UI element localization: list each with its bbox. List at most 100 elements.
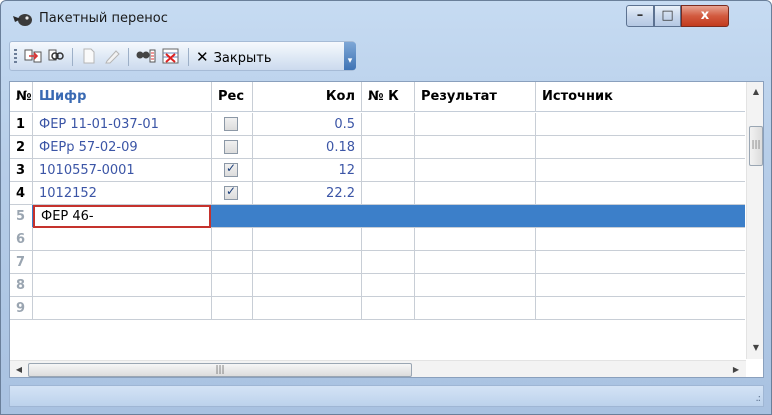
column-divider [252,297,253,320]
data-grid[interactable]: № Шифр Рес Кол № К Результат Источник 1Ф… [9,81,764,378]
column-divider [414,228,415,251]
result-cell[interactable] [415,136,535,159]
qty-cell[interactable]: 0.18 [253,136,361,159]
scroll-down-icon[interactable]: ▼ [747,340,763,356]
table-row[interactable]: 3 1010557-0001 12 [10,159,745,182]
res-checkbox[interactable] [224,161,238,177]
k-number-cell[interactable] [362,159,414,182]
qty-cell[interactable]: 12 [253,159,361,182]
close-icon: x [700,8,710,23]
source-cell[interactable] [536,182,746,205]
column-header-number[interactable]: № [10,82,32,112]
source-cell[interactable] [536,113,746,136]
column-header-source[interactable]: Источник [536,82,746,112]
table-row[interactable]: 4 1012152 22.2 [10,182,745,205]
result-cell[interactable] [415,159,535,182]
maximize-button[interactable]: □ [654,5,681,27]
column-divider [211,297,212,320]
table-row[interactable]: 6 [10,228,745,251]
column-divider [535,228,536,251]
column-divider [211,182,212,205]
column-header-res[interactable]: Рес [212,82,252,112]
column-divider [361,251,362,274]
scroll-left-icon[interactable]: ◀ [11,361,27,377]
clear-button[interactable] [160,46,182,68]
column-divider [211,228,212,251]
status-bar: .: [9,385,764,407]
import-button[interactable] [22,46,44,68]
title-bar[interactable]: Пакетный перенос – □ x [1,1,771,39]
res-checkbox[interactable] [224,117,238,131]
column-divider [414,274,415,297]
horizontal-scrollbar[interactable]: ◀ ||| ▶ [10,360,746,377]
qty-cell[interactable]: 22.2 [253,182,361,205]
toolbar-separator [72,48,73,66]
k-number-cell[interactable] [362,113,414,136]
toolbar-grip[interactable] [14,49,17,65]
import-icon [24,49,42,63]
close-button-label: Закрыть [213,51,272,66]
table-row[interactable]: 9 [10,297,745,320]
column-header-qty[interactable]: Кол [253,82,361,112]
table-row[interactable]: 8 [10,274,745,297]
column-header-k-number[interactable]: № К [362,82,414,112]
qty-cell[interactable]: 0.5 [253,113,361,136]
table-row-editing[interactable]: 5 ФЕР 46- [10,205,745,228]
k-number-cell[interactable] [362,182,414,205]
scroll-up-icon[interactable]: ▲ [747,84,763,100]
new-document-button[interactable] [78,46,100,68]
table-row[interactable]: 2 ФЕРр 57-02-09 0.18 [10,136,745,159]
code-cell[interactable]: ФЕРр 57-02-09 [33,136,211,159]
row-number: 1 [16,117,26,132]
result-cell[interactable] [415,182,535,205]
app-icon [13,14,32,26]
column-divider [252,274,253,297]
toolbar: ✕ Закрыть ▾ [9,41,356,71]
toolbar-overflow-button[interactable]: ▾ [344,42,356,70]
column-divider [361,274,362,297]
find-icon [48,49,64,61]
horizontal-scroll-thumb[interactable]: ||| [28,363,412,377]
column-header-result[interactable]: Результат [415,82,535,112]
search-replace-button[interactable] [134,46,156,68]
res-checkbox[interactable] [224,140,238,154]
column-divider [32,228,33,251]
batch-transfer-window: Пакетный перенос – □ x ✕ Закрыть ▾ № Шиф… [0,0,772,415]
code-cell[interactable]: 1010557-0001 [33,159,211,182]
column-divider [414,297,415,320]
column-header-code[interactable]: Шифр [33,82,211,112]
find-button[interactable] [46,46,68,68]
close-window-button[interactable]: x [681,5,729,27]
column-divider [252,251,253,274]
column-divider [535,297,536,320]
table-row[interactable]: 1 ФЕР 11-01-037-01 0.5 [10,113,745,136]
column-divider [361,297,362,320]
source-cell[interactable] [536,159,746,182]
row-number: 3 [16,163,26,178]
close-x-icon: ✕ [196,48,209,66]
res-checkbox[interactable] [224,184,238,200]
vertical-scroll-thumb[interactable]: ||| [749,126,763,166]
column-divider [535,274,536,297]
minimize-button[interactable]: – [626,5,654,27]
resize-grip-icon[interactable]: .: [755,393,760,404]
scroll-right-icon[interactable]: ▶ [728,361,744,377]
edit-button[interactable] [102,46,124,68]
vertical-scrollbar[interactable]: ▲ ||| ▼ [746,82,763,359]
result-cell[interactable] [415,113,535,136]
code-cell[interactable]: 1012152 [33,182,211,205]
toolbar-separator [128,48,129,66]
source-cell[interactable] [536,136,746,159]
chevron-down-icon: ▾ [347,56,353,66]
window-title: Пакетный перенос [39,11,168,26]
row-number: 2 [16,140,26,155]
grid-header: № Шифр Рес Кол № К Результат Источник [10,82,745,112]
k-number-cell[interactable] [362,136,414,159]
column-divider [211,274,212,297]
code-cell[interactable]: ФЕР 11-01-037-01 [33,113,211,136]
row-number: 4 [16,186,26,201]
close-button[interactable]: ✕ Закрыть [196,46,271,68]
table-row[interactable]: 7 [10,251,745,274]
code-edit-input[interactable]: ФЕР 46- [33,205,211,228]
column-divider [32,251,33,274]
